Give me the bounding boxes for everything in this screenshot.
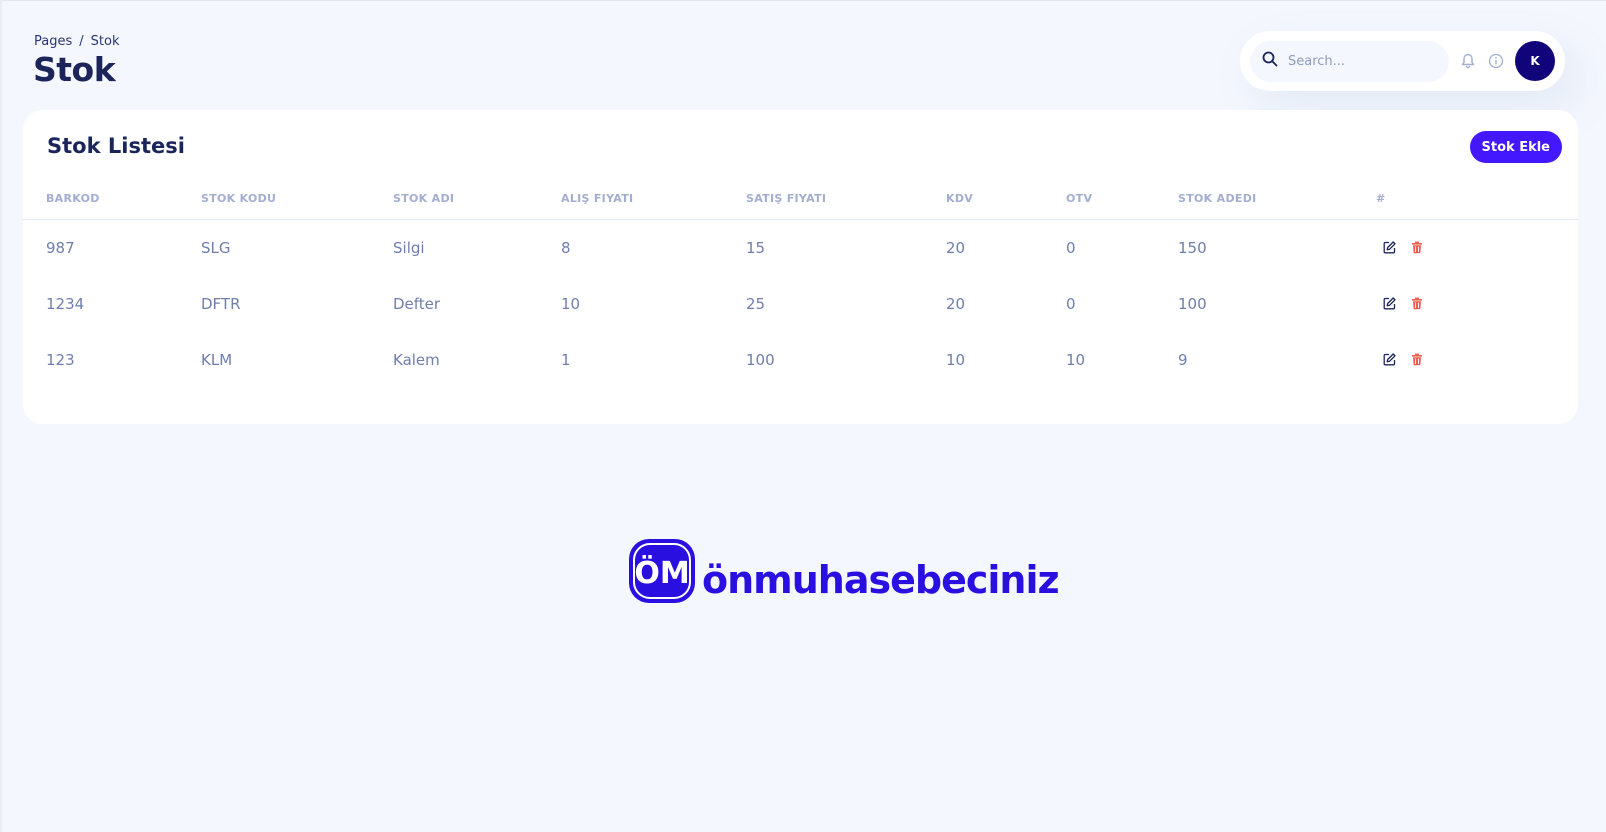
column-header-satis-fiyati[interactable]: SATIŞ FIYATI [746,192,826,205]
avatar[interactable]: K [1515,41,1555,81]
cell-stok-adedi: 9 [1178,351,1188,369]
column-header-actions: # [1376,192,1386,205]
row-actions [1381,239,1425,255]
search-input[interactable] [1288,53,1438,69]
cell-stok-adedi: 100 [1178,295,1207,313]
cell-alis-fiyati: 10 [561,295,581,313]
column-header-otv[interactable]: OTV [1066,192,1092,205]
cell-otv: 0 [1066,239,1076,257]
column-header-alis-fiyati[interactable]: ALIŞ FIYATI [561,192,633,205]
breadcrumb-current: Stok [90,34,120,49]
cell-kdv: 10 [946,351,966,369]
breadcrumb-root[interactable]: Pages [34,34,72,49]
stock-list-card: Stok Listesi Stok Ekle BARKOD STOK KODU … [23,110,1578,424]
cell-otv: 10 [1066,351,1086,369]
cell-stok-adi: Silgi [393,239,425,257]
column-header-barkod[interactable]: BARKOD [46,192,100,205]
cell-stok-adedi: 150 [1178,239,1207,257]
cell-satis-fiyati: 25 [746,295,766,313]
add-stock-button[interactable]: Stok Ekle [1469,131,1562,163]
brand-logo: ÖM önmuhasebeciniz [626,536,1060,606]
column-header-stok-adi[interactable]: STOK ADI [393,192,454,205]
delete-icon[interactable] [1409,295,1425,311]
cell-barkod: 1234 [46,295,85,313]
cell-stok-kodu: SLG [201,239,231,257]
column-header-stok-adedi[interactable]: STOK ADEDI [1178,192,1257,205]
cell-stok-adi: Kalem [393,351,440,369]
info-icon[interactable] [1487,52,1505,70]
cell-stok-kodu: DFTR [201,295,241,313]
delete-icon[interactable] [1409,351,1425,367]
cell-alis-fiyati: 8 [561,239,571,257]
row-actions [1381,351,1425,367]
logo-text: önmuhasebeciniz [702,558,1060,602]
edit-icon[interactable] [1381,351,1397,367]
logo-mark-icon: ÖM [629,539,695,603]
cell-alis-fiyati: 1 [561,351,571,369]
delete-icon[interactable] [1409,239,1425,255]
row-actions [1381,295,1425,311]
cell-kdv: 20 [946,239,966,257]
left-divider [0,0,2,832]
cell-barkod: 123 [46,351,75,369]
edit-icon[interactable] [1381,295,1397,311]
table-row: 123 KLM Kalem 1 100 10 10 9 [23,332,1578,388]
cell-satis-fiyati: 100 [746,351,775,369]
breadcrumb: Pages / Stok [34,34,119,49]
search-box [1250,40,1450,82]
page-title: Stok [33,50,116,89]
bell-icon[interactable] [1459,52,1477,70]
cell-kdv: 20 [946,295,966,313]
header-toolbar: K [1240,31,1565,91]
table-row: 1234 DFTR Defter 10 25 20 0 100 [23,276,1578,332]
breadcrumb-separator: / [79,34,84,49]
cell-barkod: 987 [46,239,75,257]
table-row: 987 SLG Silgi 8 15 20 0 150 [23,220,1578,276]
svg-text:ÖM: ÖM [634,554,689,591]
cell-stok-kodu: KLM [201,351,233,369]
search-icon [1262,51,1278,71]
table-header: BARKOD STOK KODU STOK ADI ALIŞ FIYATI SA… [23,182,1578,220]
card-title: Stok Listesi [47,134,185,158]
cell-satis-fiyati: 15 [746,239,766,257]
top-divider [0,0,1606,1]
column-header-stok-kodu[interactable]: STOK KODU [201,192,276,205]
cell-stok-adi: Defter [393,295,441,313]
cell-otv: 0 [1066,295,1076,313]
column-header-kdv[interactable]: KDV [946,192,973,205]
edit-icon[interactable] [1381,239,1397,255]
